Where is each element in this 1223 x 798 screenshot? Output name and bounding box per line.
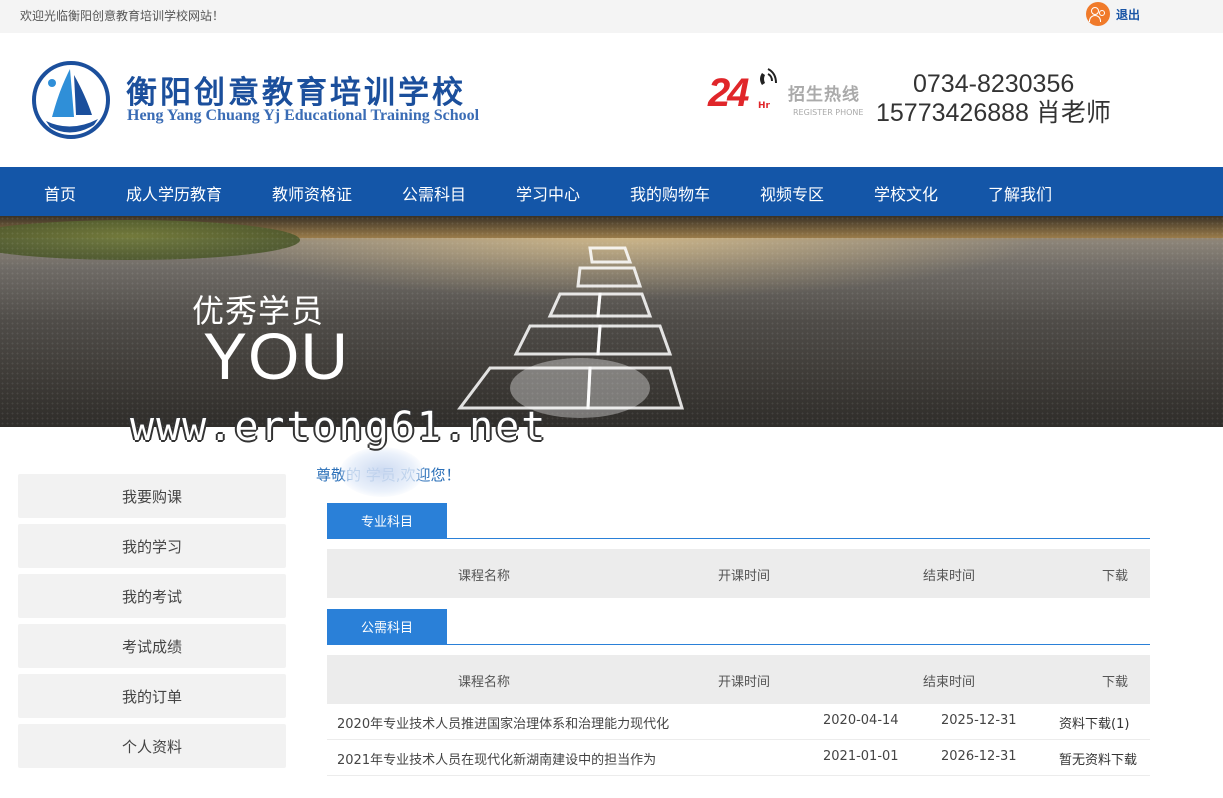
nav-item-teacher-certificate[interactable]: 教师资格证 [272, 181, 352, 205]
school-name-cn: 衡阳创意教育培训学校 [126, 75, 466, 111]
logout-button[interactable]: 退出 [1086, 2, 1140, 26]
table-row: 2021年专业技术人员在现代化新湖南建设中的担当作为 2021-01-01 20… [327, 740, 1150, 776]
hotline-24hr-badge: 24 Hr [708, 65, 782, 123]
course-name[interactable]: 2020年专业技术人员推进国家治理体系和治理能力现代化 [337, 713, 669, 732]
table-row: 2020年专业技术人员推进国家治理体系和治理能力现代化 2020-04-14 2… [327, 704, 1150, 740]
tab-public-courses[interactable]: 公需科目 [327, 609, 447, 644]
watermark-text: www.ertong61.net [130, 404, 548, 450]
users-icon [1086, 2, 1110, 26]
main-nav: 首页 成人学历教育 教师资格证 公需科目 学习中心 我的购物车 视频专区 学校文… [0, 167, 1223, 216]
column-end-date: 结束时间 [923, 675, 976, 690]
course-start-date: 2021-01-01 [823, 749, 899, 764]
nav-item-school-culture[interactable]: 学校文化 [874, 181, 938, 205]
hero-banner: 优秀学员 YOU [0, 216, 1223, 427]
nav-item-shopping-cart[interactable]: 我的购物车 [630, 181, 710, 205]
table-header: 课程名称 开课时间 结束时间 下载 [327, 549, 1150, 598]
top-bar: 欢迎光临衡阳创意教育培训学校网站！ 退出 [0, 0, 1223, 33]
column-end-date: 结束时间 [923, 569, 976, 584]
column-start-date: 开课时间 [718, 675, 771, 690]
sidebar-item-exam-scores[interactable]: 考试成绩 [18, 624, 286, 668]
nav-item-about-us[interactable]: 了解我们 [988, 181, 1052, 205]
sidebar-item-my-learning[interactable]: 我的学习 [18, 524, 286, 568]
tab-professional-courses[interactable]: 专业科目 [327, 503, 447, 538]
column-course-name: 课程名称 [458, 675, 511, 690]
column-download: 下载 [1102, 675, 1129, 690]
table-header: 课程名称 开课时间 结束时间 下载 [327, 655, 1150, 704]
download-link[interactable]: 资料下载(1) [1059, 713, 1129, 732]
course-name[interactable]: 2021年专业技术人员在现代化新湖南建设中的担当作为 [337, 749, 656, 768]
course-start-date: 2020-04-14 [823, 713, 899, 728]
banner-tagline-en: YOU [203, 319, 350, 393]
hotline-badge-unit: Hr [758, 101, 770, 111]
nav-item-adult-education[interactable]: 成人学历教育 [126, 181, 222, 205]
welcome-text: 欢迎光临衡阳创意教育培训学校网站！ [20, 9, 225, 23]
sidebar-item-my-orders[interactable]: 我的订单 [18, 674, 286, 718]
course-end-date: 2026-12-31 [941, 749, 1017, 764]
sidebar-item-buy-course[interactable]: 我要购课 [18, 474, 286, 518]
hotline-subtitle: REGISTER PHONE [793, 108, 864, 117]
sidebar-item-profile[interactable]: 个人资料 [18, 724, 286, 768]
nav-item-home[interactable]: 首页 [44, 181, 76, 205]
hotline-badge-number: 24 [708, 71, 749, 115]
column-course-name: 课程名称 [458, 569, 511, 584]
school-logo-icon[interactable] [30, 59, 112, 141]
nav-item-video-zone[interactable]: 视频专区 [760, 181, 824, 205]
logout-label: 退出 [1116, 7, 1141, 22]
nav-item-learning-center[interactable]: 学习中心 [516, 181, 580, 205]
nav-item-public-courses[interactable]: 公需科目 [402, 181, 466, 205]
hopscotch-graphic [457, 246, 685, 418]
telephone-icon [760, 68, 777, 85]
column-download: 下载 [1102, 569, 1129, 584]
download-status: 暂无资料下载 [1059, 753, 1138, 768]
site-header: 衡阳创意教育培训学校 Heng Yang Chuang Yj Education… [0, 33, 1223, 167]
column-start-date: 开课时间 [718, 569, 771, 584]
course-end-date: 2025-12-31 [941, 713, 1017, 728]
school-name-en: Heng Yang Chuang Yj Educational Training… [127, 107, 480, 124]
sidebar-item-my-exams[interactable]: 我的考试 [18, 574, 286, 618]
redaction-blur [340, 447, 424, 497]
hotline-title: 招生热线 [788, 85, 860, 105]
phone-number-2: 15773426888 肖老师 [876, 99, 1111, 127]
